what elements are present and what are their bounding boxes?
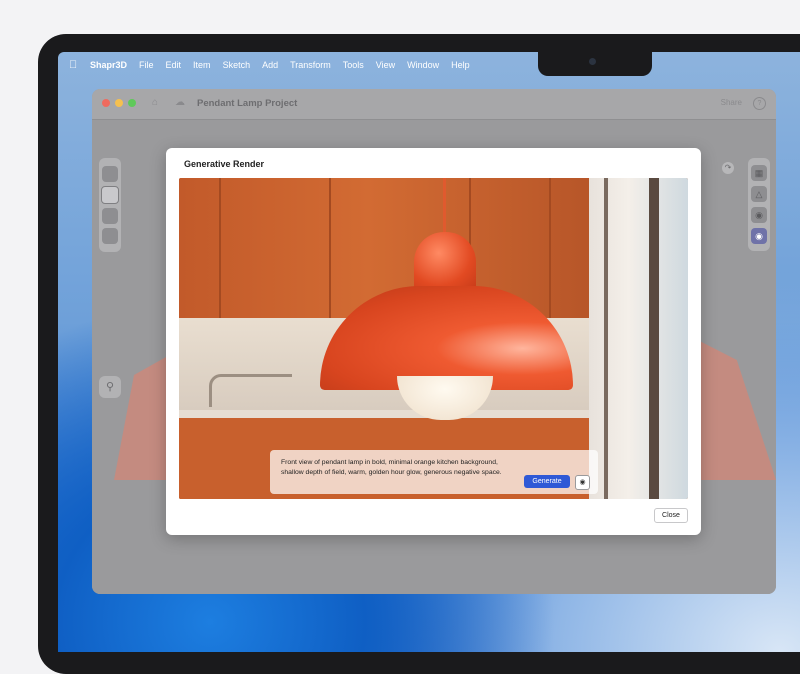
prompt-box[interactable]: Front view of pendant lamp in bold, mini… (270, 450, 598, 494)
render-preview-image: Front view of pendant lamp in bold, mini… (179, 178, 688, 499)
right-toolbar: ▦ △ ◉ ◉ (748, 158, 770, 251)
menu-tools[interactable]: Tools (343, 60, 364, 70)
dialog-title: Generative Render (184, 159, 265, 169)
menu-file[interactable]: File (139, 60, 154, 70)
render-lamp-cord (443, 178, 446, 234)
zoom-window-button[interactable] (128, 99, 136, 107)
render-window-frame (649, 178, 659, 499)
layers-tool-icon[interactable] (102, 228, 118, 244)
prompt-text[interactable]: Front view of pendant lamp in bold, mini… (281, 458, 521, 477)
image-tool-icon[interactable] (102, 208, 118, 224)
cabinet-seam (549, 178, 551, 318)
menu-bar:  Shapr3D File Edit Item Sketch Add Tran… (58, 52, 800, 78)
appearance-tool-icon[interactable] (101, 186, 119, 204)
generate-button[interactable]: Generate (524, 475, 570, 488)
camera-notch (538, 52, 652, 76)
menu-edit[interactable]: Edit (166, 60, 182, 70)
cabinet-seam (329, 178, 331, 318)
generative-render-dialog: Generative Render Front view of pendant … (166, 148, 701, 535)
menu-app-name[interactable]: Shapr3D (90, 60, 127, 70)
menu-help[interactable]: Help (451, 60, 470, 70)
camera-icon (589, 58, 596, 65)
render-window-frame (604, 178, 608, 499)
menu-window[interactable]: Window (407, 60, 439, 70)
close-button[interactable]: Close (654, 508, 688, 523)
cabinet-seam (219, 178, 221, 318)
render-counter (179, 410, 599, 418)
measure-icon[interactable]: △ (751, 186, 767, 202)
menu-add[interactable]: Add (262, 60, 278, 70)
help-icon[interactable]: ? (753, 97, 766, 110)
search-icon[interactable]: ⚲ (99, 376, 121, 398)
menu-sketch[interactable]: Sketch (223, 60, 251, 70)
project-title: Pendant Lamp Project (197, 98, 298, 109)
panel-toggle-icon[interactable]: ▦ (751, 165, 767, 181)
menu-item[interactable]: Item (193, 60, 211, 70)
render-faucet (209, 374, 292, 407)
close-window-button[interactable] (102, 99, 110, 107)
camera-icon[interactable]: ◉ (751, 207, 767, 223)
share-button[interactable]: Share (721, 98, 742, 107)
home-icon[interactable]: ⌂ (152, 97, 158, 108)
apple-logo-icon[interactable]:  (69, 59, 83, 71)
render-lamp-neck (414, 232, 476, 292)
cube-tool-icon[interactable] (102, 166, 118, 182)
minimize-window-button[interactable] (115, 99, 123, 107)
cloud-icon: ☁ (175, 97, 185, 108)
redo-icon[interactable]: ↷ (722, 162, 734, 174)
menu-view[interactable]: View (376, 60, 395, 70)
menu-transform[interactable]: Transform (290, 60, 331, 70)
capture-camera-icon[interactable]: ◉ (575, 475, 590, 490)
title-bar: ⌂ ☁ Pendant Lamp Project Share ? (92, 89, 776, 120)
left-toolbar (99, 158, 121, 252)
render-camera-icon[interactable]: ◉ (751, 228, 767, 244)
